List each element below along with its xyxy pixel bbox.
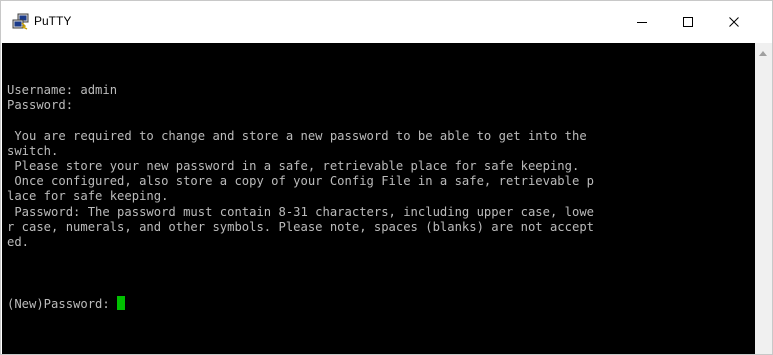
terminal-cursor: [117, 295, 126, 310]
scroll-up-arrow-icon[interactable]: [759, 51, 767, 56]
window-title: PuTTY: [34, 14, 72, 28]
maximize-button[interactable]: [665, 1, 711, 43]
close-icon: [728, 13, 740, 32]
putty-icon[interactable]: [12, 13, 29, 30]
maximize-icon: [682, 13, 694, 32]
password-prompt: (New)Password:: [7, 296, 118, 311]
terminal-line: You are required to change and store a n…: [7, 128, 587, 143]
terminal-line: r case, numerals, and other symbols. Ple…: [7, 219, 594, 234]
minimize-icon: [636, 13, 648, 32]
terminal-line: lace for safe keeping.: [7, 189, 169, 204]
vertical-scrollbar[interactable]: [755, 43, 772, 354]
close-button[interactable]: [711, 1, 757, 43]
terminal-line: Please store your new password in a safe…: [7, 158, 580, 173]
terminal-line: Password:: [7, 98, 74, 113]
title-bar[interactable]: PuTTY: [1, 1, 772, 43]
terminal-prompt-line[interactable]: (New)Password:: [7, 295, 594, 311]
terminal-line: ed.: [7, 234, 30, 249]
terminal-line: Password: The password must contain 8-31…: [7, 204, 594, 219]
terminal-line: switch.: [7, 143, 59, 158]
terminal-line: Once configured, also store a copy of yo…: [7, 174, 594, 189]
putty-window: PuTTY Username: admin Password: You are r…: [0, 0, 773, 355]
terminal-output: Username: admin Password: You are require…: [7, 83, 594, 311]
minimize-button[interactable]: [619, 1, 665, 43]
terminal-line: Username: admin: [7, 83, 118, 97]
terminal-area[interactable]: Username: admin Password: You are require…: [2, 43, 755, 354]
